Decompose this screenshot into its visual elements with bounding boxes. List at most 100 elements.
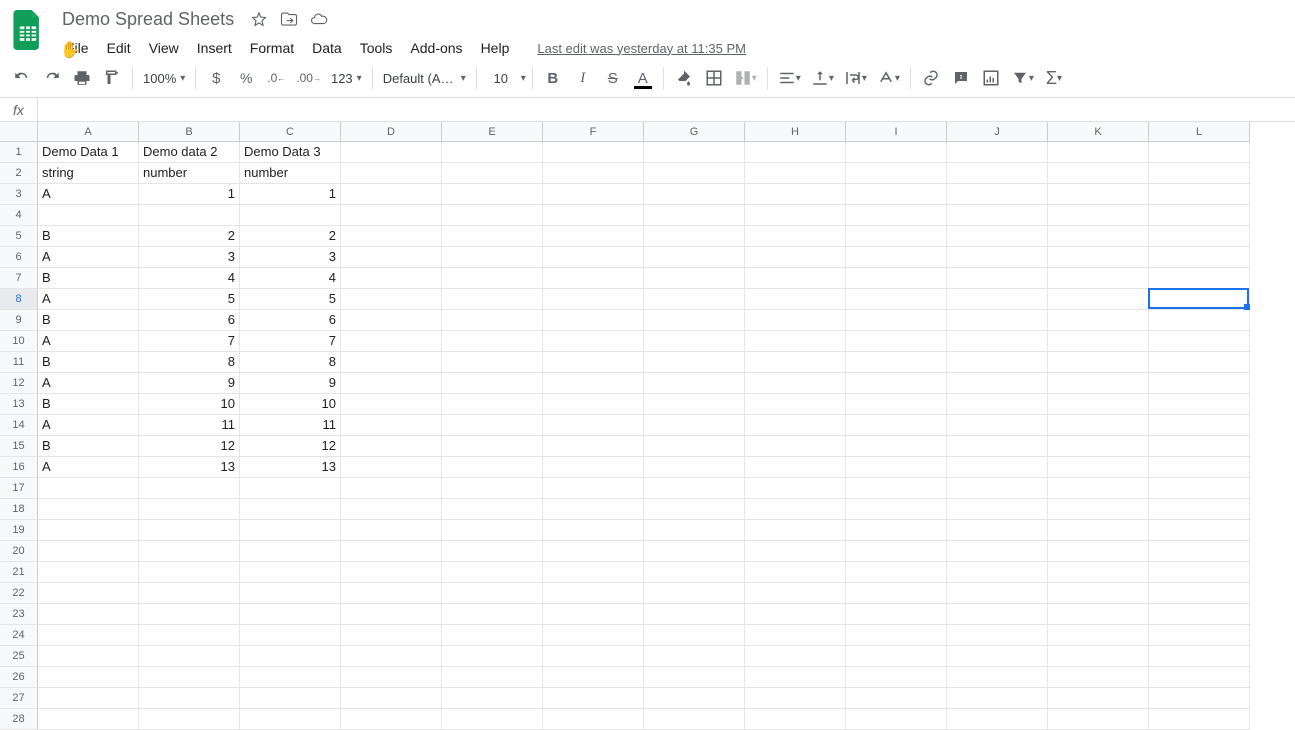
- cell-G14[interactable]: [644, 415, 745, 436]
- cell-H15[interactable]: [745, 436, 846, 457]
- cell-I5[interactable]: [846, 226, 947, 247]
- cell-I7[interactable]: [846, 268, 947, 289]
- cell-G17[interactable]: [644, 478, 745, 499]
- cell-D26[interactable]: [341, 667, 442, 688]
- cell-J24[interactable]: [947, 625, 1048, 646]
- cell-E28[interactable]: [442, 709, 543, 730]
- row-header-24[interactable]: 24: [0, 625, 38, 646]
- cell-A4[interactable]: [38, 205, 139, 226]
- bold-icon[interactable]: B: [539, 64, 567, 92]
- cell-F7[interactable]: [543, 268, 644, 289]
- cell-C1[interactable]: Demo Data 3: [240, 142, 341, 163]
- cell-J23[interactable]: [947, 604, 1048, 625]
- cell-A11[interactable]: B: [38, 352, 139, 373]
- col-header-C[interactable]: C: [240, 122, 341, 142]
- cell-D18[interactable]: [341, 499, 442, 520]
- cell-E13[interactable]: [442, 394, 543, 415]
- cell-A8[interactable]: A: [38, 289, 139, 310]
- cell-I21[interactable]: [846, 562, 947, 583]
- cell-J17[interactable]: [947, 478, 1048, 499]
- row-header-19[interactable]: 19: [0, 520, 38, 541]
- col-header-E[interactable]: E: [442, 122, 543, 142]
- cell-D27[interactable]: [341, 688, 442, 709]
- cell-J21[interactable]: [947, 562, 1048, 583]
- cell-G21[interactable]: [644, 562, 745, 583]
- cell-C23[interactable]: [240, 604, 341, 625]
- cell-G1[interactable]: [644, 142, 745, 163]
- cell-K21[interactable]: [1048, 562, 1149, 583]
- cell-F2[interactable]: [543, 163, 644, 184]
- cell-A16[interactable]: A: [38, 457, 139, 478]
- cell-L20[interactable]: [1149, 541, 1250, 562]
- cell-E11[interactable]: [442, 352, 543, 373]
- cell-G5[interactable]: [644, 226, 745, 247]
- row-header-22[interactable]: 22: [0, 583, 38, 604]
- cell-G12[interactable]: [644, 373, 745, 394]
- cell-F14[interactable]: [543, 415, 644, 436]
- cell-B5[interactable]: 2: [139, 226, 240, 247]
- cell-L21[interactable]: [1149, 562, 1250, 583]
- cell-I2[interactable]: [846, 163, 947, 184]
- cell-L5[interactable]: [1149, 226, 1250, 247]
- menu-edit[interactable]: Edit: [99, 36, 139, 60]
- italic-icon[interactable]: I: [569, 64, 597, 92]
- cell-C7[interactable]: 4: [240, 268, 341, 289]
- cell-K22[interactable]: [1048, 583, 1149, 604]
- cell-K26[interactable]: [1048, 667, 1149, 688]
- cell-G16[interactable]: [644, 457, 745, 478]
- cell-H7[interactable]: [745, 268, 846, 289]
- cell-E23[interactable]: [442, 604, 543, 625]
- cell-A14[interactable]: A: [38, 415, 139, 436]
- insert-chart-icon[interactable]: [977, 64, 1005, 92]
- cell-E16[interactable]: [442, 457, 543, 478]
- insert-comment-icon[interactable]: [947, 64, 975, 92]
- cell-C3[interactable]: 1: [240, 184, 341, 205]
- cell-G28[interactable]: [644, 709, 745, 730]
- cell-B3[interactable]: 1: [139, 184, 240, 205]
- cell-H13[interactable]: [745, 394, 846, 415]
- cell-A21[interactable]: [38, 562, 139, 583]
- cell-G23[interactable]: [644, 604, 745, 625]
- col-header-K[interactable]: K: [1048, 122, 1149, 142]
- cell-K9[interactable]: [1048, 310, 1149, 331]
- cell-E25[interactable]: [442, 646, 543, 667]
- cell-D19[interactable]: [341, 520, 442, 541]
- cell-J9[interactable]: [947, 310, 1048, 331]
- filter-icon[interactable]: ▾: [1007, 64, 1038, 92]
- cell-A28[interactable]: [38, 709, 139, 730]
- cell-A12[interactable]: A: [38, 373, 139, 394]
- row-header-18[interactable]: 18: [0, 499, 38, 520]
- cell-F11[interactable]: [543, 352, 644, 373]
- print-icon[interactable]: [68, 64, 96, 92]
- cell-D16[interactable]: [341, 457, 442, 478]
- cell-L4[interactable]: [1149, 205, 1250, 226]
- cell-C20[interactable]: [240, 541, 341, 562]
- cell-D15[interactable]: [341, 436, 442, 457]
- cell-E22[interactable]: [442, 583, 543, 604]
- cell-D11[interactable]: [341, 352, 442, 373]
- formula-input[interactable]: [38, 98, 1295, 121]
- insert-link-icon[interactable]: [917, 64, 945, 92]
- cell-I16[interactable]: [846, 457, 947, 478]
- cell-D9[interactable]: [341, 310, 442, 331]
- cell-B20[interactable]: [139, 541, 240, 562]
- zoom-selector[interactable]: 100%▾: [139, 71, 189, 86]
- cell-D24[interactable]: [341, 625, 442, 646]
- cell-G19[interactable]: [644, 520, 745, 541]
- cell-A7[interactable]: B: [38, 268, 139, 289]
- cell-K28[interactable]: [1048, 709, 1149, 730]
- cell-F1[interactable]: [543, 142, 644, 163]
- cell-B23[interactable]: [139, 604, 240, 625]
- cell-L12[interactable]: [1149, 373, 1250, 394]
- cell-C12[interactable]: 9: [240, 373, 341, 394]
- cell-B8[interactable]: 5: [139, 289, 240, 310]
- cell-A15[interactable]: B: [38, 436, 139, 457]
- cell-G20[interactable]: [644, 541, 745, 562]
- cell-J3[interactable]: [947, 184, 1048, 205]
- cell-F3[interactable]: [543, 184, 644, 205]
- cell-L27[interactable]: [1149, 688, 1250, 709]
- row-header-4[interactable]: 4: [0, 205, 38, 226]
- cell-G7[interactable]: [644, 268, 745, 289]
- cell-H3[interactable]: [745, 184, 846, 205]
- cell-H16[interactable]: [745, 457, 846, 478]
